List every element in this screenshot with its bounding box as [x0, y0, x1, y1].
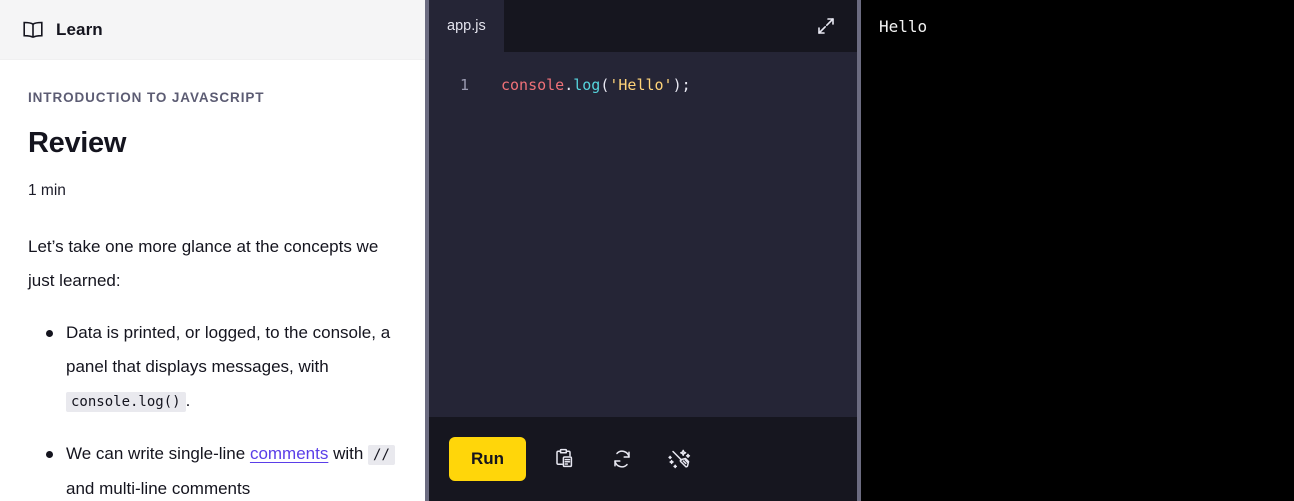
tab-label: app.js [447, 18, 486, 34]
code-editor-panel: app.js 1 console.log('Hello'); Run [429, 0, 857, 501]
lesson-content: INTRODUCTION TO JAVASCRIPT Review 1 min … [0, 60, 425, 501]
line-number: 1 [459, 76, 469, 94]
code-editor-area[interactable]: 1 console.log('Hello'); [429, 52, 857, 417]
reset-refresh-icon[interactable] [602, 439, 642, 479]
code-token-punctuation: ); [672, 76, 691, 94]
code-token-object: console [501, 76, 565, 94]
lesson-workspace: Learn INTRODUCTION TO JAVASCRIPT Review … [0, 0, 1294, 501]
inline-code-console-log: console.log() [66, 392, 186, 412]
format-broom-icon[interactable] [660, 439, 700, 479]
bullet-text-part: We can write single-line [66, 444, 250, 463]
output-console-panel: Hello [861, 0, 1294, 501]
run-button[interactable]: Run [449, 437, 527, 481]
expand-diagonal-icon[interactable] [813, 13, 839, 39]
list-item: Data is printed, or logged, to the conso… [28, 316, 397, 419]
copy-clipboard-icon[interactable] [544, 439, 584, 479]
code-line-text[interactable]: console.log('Hello'); [475, 74, 691, 96]
book-open-icon [22, 21, 44, 39]
code-token-function: log [573, 76, 601, 94]
concept-list: Data is printed, or logged, to the conso… [28, 316, 397, 501]
code-line: 1 console.log('Hello'); [429, 74, 857, 96]
list-item: We can write single-line comments with /… [28, 437, 397, 501]
editor-toolbar: Run [429, 417, 857, 501]
course-eyebrow: INTRODUCTION TO JAVASCRIPT [28, 90, 265, 105]
console-output-line: Hello [879, 17, 928, 36]
inline-code-double-slash: // [368, 445, 395, 465]
lesson-duration: 1 min [28, 182, 66, 199]
code-token-punctuation: . [564, 76, 574, 94]
editor-tab-bar: app.js [429, 0, 857, 52]
bullet-text-part: Data is printed, or logged, to the conso… [66, 323, 391, 376]
bullet-text-part: . [185, 391, 191, 410]
bullet-text-part: with [328, 444, 369, 463]
tab-app-js[interactable]: app.js [429, 0, 504, 52]
page-title: Review [28, 127, 127, 159]
comments-doc-link[interactable]: comments [250, 444, 328, 463]
learn-panel-header: Learn [0, 0, 425, 60]
learn-panel: Learn INTRODUCTION TO JAVASCRIPT Review … [0, 0, 425, 501]
learn-panel-title: Learn [56, 19, 103, 39]
code-token-string: 'Hello' [609, 76, 673, 94]
lesson-intro-paragraph: Let’s take one more glance at the concep… [28, 237, 379, 290]
bullet-text-part: and multi-line comments [66, 479, 251, 498]
